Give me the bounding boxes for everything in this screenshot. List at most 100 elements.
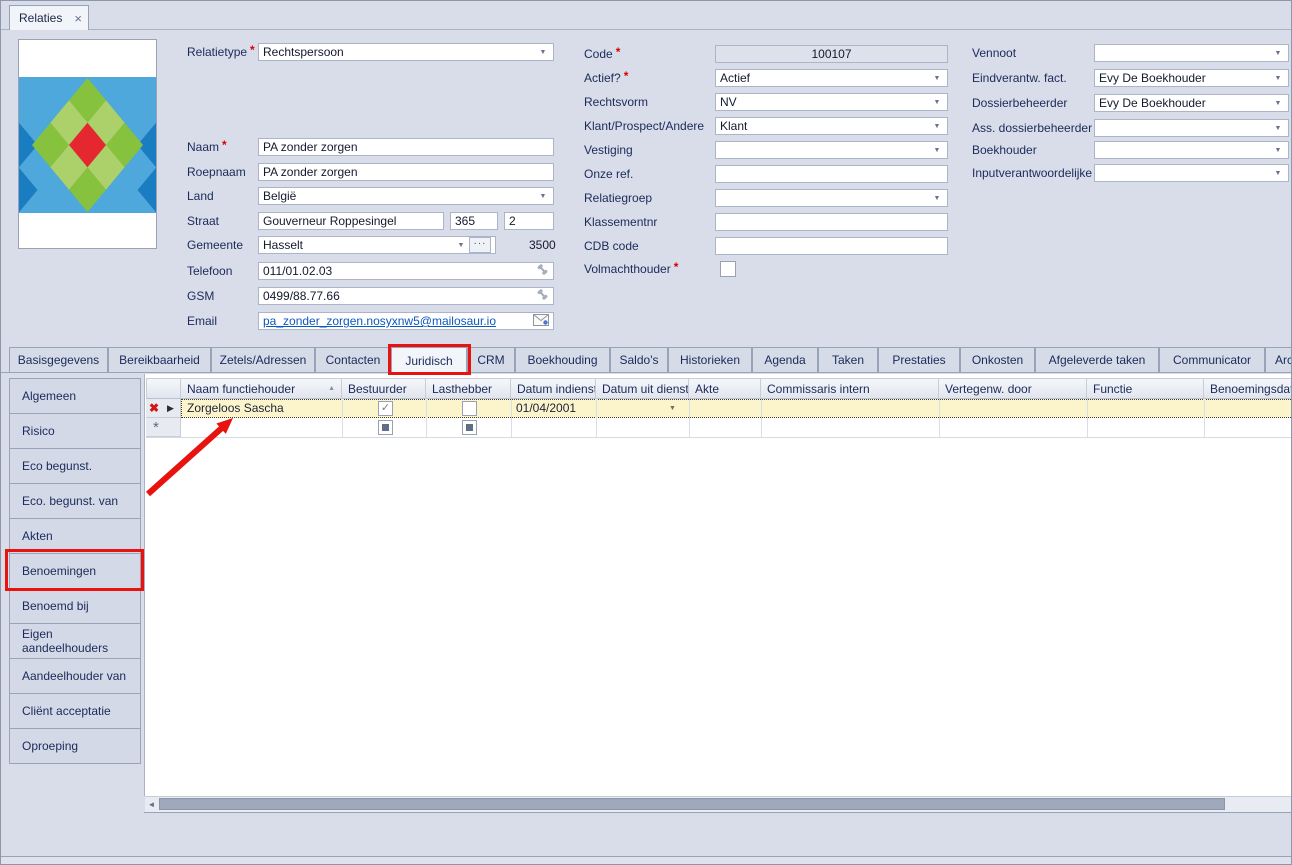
- grid-header-naam-functiehouder[interactable]: Naam functiehouder▲: [181, 378, 342, 399]
- tab-afgeleverde-taken[interactable]: Afgeleverde taken: [1035, 347, 1159, 373]
- tab-zetels-adressen[interactable]: Zetels/Adressen: [211, 347, 315, 373]
- cdb-code-input[interactable]: [715, 237, 948, 255]
- cell-lasthebber-checkbox-unchecked[interactable]: [462, 401, 477, 416]
- land-select[interactable]: België ▼: [258, 187, 554, 205]
- phone-icon[interactable]: [536, 288, 549, 304]
- newrow-bestuurder-checkbox-indeterminate[interactable]: [378, 420, 393, 435]
- sidebar-item-eigen-aandeelhouders[interactable]: Eigen aandeelhouders: [9, 623, 141, 659]
- chevron-down-icon[interactable]: ▼: [931, 147, 943, 154]
- eindverantw-fact-select[interactable]: Evy De Boekhouder ▼: [1094, 69, 1289, 87]
- tab-communicator[interactable]: Communicator: [1159, 347, 1265, 373]
- relatietype-select[interactable]: Rechtspersoon ▼: [258, 43, 554, 61]
- tab-taken[interactable]: Taken: [818, 347, 878, 373]
- tab-onkosten[interactable]: Onkosten: [960, 347, 1035, 373]
- chevron-down-icon[interactable]: ▼: [931, 75, 943, 82]
- onze-ref-input[interactable]: [715, 165, 948, 183]
- sidebar-item-algemeen[interactable]: Algemeen: [9, 378, 141, 414]
- email-input[interactable]: pa_zonder_zorgen.nosyxnw5@mailosaur.io: [258, 312, 554, 330]
- email-link[interactable]: pa_zonder_zorgen.nosyxnw5@mailosaur.io: [263, 314, 533, 328]
- code-label: Code*: [584, 45, 620, 63]
- chevron-down-icon[interactable]: ▼: [537, 193, 549, 200]
- telefoon-input[interactable]: 011/01.02.03: [258, 262, 554, 280]
- chevron-down-icon[interactable]: ▼: [1272, 50, 1284, 57]
- chevron-down-icon[interactable]: ▼: [931, 195, 943, 202]
- document-tab-relaties[interactable]: Relaties ×: [9, 5, 89, 30]
- grid-row-selected[interactable]: [181, 399, 1292, 418]
- close-icon[interactable]: ×: [74, 12, 82, 25]
- send-email-icon[interactable]: [533, 314, 549, 329]
- tab-basisgegevens[interactable]: Basisgegevens: [9, 347, 108, 373]
- tab-bereikbaarheid[interactable]: Bereikbaarheid: [108, 347, 211, 373]
- relatiegroep-select[interactable]: ▼: [715, 189, 948, 207]
- tab-archief-cut[interactable]: Arc: [1265, 347, 1292, 373]
- relatietype-value: Rechtspersoon: [263, 45, 537, 59]
- cell-datum-indienst[interactable]: 01/04/2001: [516, 399, 576, 418]
- dossierbeheerder-select[interactable]: Evy De Boekhouder ▼: [1094, 94, 1289, 112]
- cell-bestuurder-checkbox-checked[interactable]: ✓: [378, 401, 393, 416]
- bus-input[interactable]: 2: [504, 212, 554, 230]
- tab-agenda[interactable]: Agenda: [752, 347, 818, 373]
- chevron-down-icon[interactable]: ▼: [1272, 75, 1284, 82]
- grid-header-datum-indienst[interactable]: Datum indienst: [511, 378, 596, 399]
- tab-contacten[interactable]: Contacten: [315, 347, 391, 373]
- roepnaam-input[interactable]: PA zonder zorgen: [258, 163, 554, 181]
- grid-header-lasthebber[interactable]: Lasthebber: [426, 378, 511, 399]
- chevron-down-icon[interactable]: ▼: [1272, 147, 1284, 154]
- cell-datum-uit-dienst-dropdown-icon[interactable]: ▼: [669, 399, 676, 418]
- horizontal-scrollbar-thumb[interactable]: [159, 798, 1225, 810]
- gemeente-select[interactable]: Hasselt ▼ ···: [258, 236, 496, 254]
- gsm-input[interactable]: 0499/88.77.66: [258, 287, 554, 305]
- huisnummer-input[interactable]: 365: [450, 212, 498, 230]
- grid-header-vertegenw-door[interactable]: Vertegenw. door: [939, 378, 1087, 399]
- tab-saldos[interactable]: Saldo's: [610, 347, 668, 373]
- code-value: 100107: [720, 47, 943, 61]
- sidebar-item-benoemd-bij[interactable]: Benoemd bij: [9, 588, 141, 624]
- tab-boekhouding[interactable]: Boekhouding: [515, 347, 610, 373]
- sidebar-item-oproeping[interactable]: Oproeping: [9, 728, 141, 764]
- grid-row-divider: [146, 437, 1292, 438]
- grid-header-akte[interactable]: Akte: [689, 378, 761, 399]
- klassementnr-input[interactable]: [715, 213, 948, 231]
- sidebar-item-eco-begunst[interactable]: Eco begunst.: [9, 448, 141, 484]
- chevron-down-icon[interactable]: ▼: [1272, 170, 1284, 177]
- volmachthouder-checkbox[interactable]: [720, 261, 736, 277]
- grid-col-divider: [1087, 399, 1088, 437]
- eindverantw-fact-value: Evy De Boekhouder: [1099, 71, 1272, 85]
- grid-header-benoemingsdatum[interactable]: Benoemingsdatum: [1204, 378, 1292, 399]
- sidebar-item-aandeelhouder-van[interactable]: Aandeelhouder van: [9, 658, 141, 694]
- tab-prestaties[interactable]: Prestaties: [878, 347, 960, 373]
- chevron-down-icon[interactable]: ▼: [537, 49, 549, 56]
- straat-value: Gouverneur Roppesingel: [263, 214, 439, 228]
- ass-dossierbeheerder-label: Ass. dossierbeheerder: [972, 119, 1092, 137]
- chevron-down-icon[interactable]: ▼: [931, 123, 943, 130]
- eindverantw-fact-label: Eindverantw. fact.: [972, 69, 1067, 87]
- gemeente-lookup-button[interactable]: ···: [469, 237, 491, 253]
- actief-select[interactable]: Actief ▼: [715, 69, 948, 87]
- chevron-down-icon[interactable]: ▼: [1272, 125, 1284, 132]
- cdb-code-label: CDB code: [584, 237, 639, 255]
- chevron-down-icon[interactable]: ▼: [455, 242, 467, 249]
- klant-prospect-andere-select[interactable]: Klant ▼: [715, 117, 948, 135]
- boekhouder-select[interactable]: ▼: [1094, 141, 1289, 159]
- grid-header-datum-uit-dienst[interactable]: Datum uit dienst: [596, 378, 689, 399]
- vennoot-select[interactable]: ▼: [1094, 44, 1289, 62]
- rechtsvorm-select[interactable]: NV ▼: [715, 93, 948, 111]
- phone-icon[interactable]: [536, 263, 549, 279]
- tab-historieken[interactable]: Historieken: [668, 347, 752, 373]
- inputverantwoordelijke-select[interactable]: ▼: [1094, 164, 1289, 182]
- tab-crm[interactable]: CRM: [467, 347, 515, 373]
- chevron-down-icon[interactable]: ▼: [1272, 100, 1284, 107]
- grid-header-bestuurder[interactable]: Bestuurder: [342, 378, 426, 399]
- grid-header-commissaris-intern[interactable]: Commissaris intern: [761, 378, 939, 399]
- scroll-left-arrow-icon[interactable]: ◄: [145, 797, 158, 812]
- chevron-down-icon[interactable]: ▼: [931, 99, 943, 106]
- ass-dossierbeheerder-select[interactable]: ▼: [1094, 119, 1289, 137]
- sidebar-item-eco-begunst-van[interactable]: Eco. begunst. van: [9, 483, 141, 519]
- straat-input[interactable]: Gouverneur Roppesingel: [258, 212, 444, 230]
- newrow-lasthebber-checkbox-indeterminate[interactable]: [462, 420, 477, 435]
- grid-header-functie[interactable]: Functie: [1087, 378, 1204, 399]
- sidebar-item-client-acceptatie[interactable]: Cliënt acceptatie: [9, 693, 141, 729]
- vestiging-select[interactable]: ▼: [715, 141, 948, 159]
- sidebar-item-risico[interactable]: Risico: [9, 413, 141, 449]
- naam-input[interactable]: PA zonder zorgen: [258, 138, 554, 156]
